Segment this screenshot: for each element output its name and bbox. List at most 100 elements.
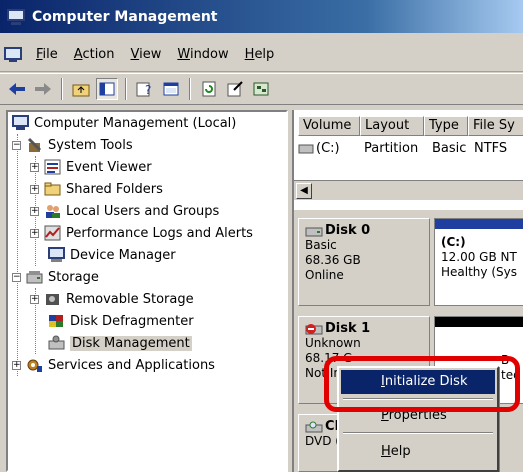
collapse-icon[interactable]: −	[12, 140, 21, 150]
toolbar-separator	[61, 78, 63, 100]
partition-status-fragment: ted	[501, 368, 521, 382]
partition-bar	[435, 219, 523, 229]
event-viewer-icon	[44, 159, 61, 175]
computer-icon	[12, 115, 29, 131]
toolbar-separator	[125, 78, 127, 100]
column-header-type[interactable]: Type	[424, 116, 468, 136]
tree-item-system-tools[interactable]: − System Tools	[12, 134, 133, 156]
refresh-icon[interactable]	[198, 78, 220, 100]
expand-icon[interactable]: +	[30, 228, 39, 238]
tree-label: Services and Applications	[48, 357, 215, 373]
console-menu-icon[interactable]	[4, 46, 22, 63]
tree-label: Computer Management (Local)	[34, 115, 237, 131]
title-bar[interactable]: Computer Management	[0, 0, 523, 33]
svg-text:?: ?	[145, 83, 151, 97]
tree-item-local-users[interactable]: + Local Users and Groups	[30, 200, 219, 222]
menu-separator	[343, 398, 493, 400]
menu-item-initialize-disk[interactable]: Initialize Disk	[341, 370, 495, 394]
horizontal-scrollbar[interactable]: ◀	[294, 180, 523, 200]
expand-icon[interactable]: +	[12, 360, 21, 370]
partition-label: (C:)	[441, 235, 466, 249]
partition-c[interactable]: (C:) 12.00 GB NT Healthy (Sys	[434, 218, 523, 306]
help-icon[interactable]: ?	[134, 78, 156, 100]
disk-type: Basic	[305, 238, 337, 252]
menu-action[interactable]: Action	[66, 38, 123, 72]
disk-management-icon	[48, 335, 65, 351]
partition-size: 12.00 GB NT	[441, 250, 517, 264]
menu-view[interactable]: View	[123, 38, 170, 72]
tools-icon	[26, 137, 43, 153]
storage-icon	[26, 269, 43, 285]
show-hide-tree-icon[interactable]	[96, 78, 118, 100]
tree-item-storage[interactable]: − Storage	[12, 266, 99, 288]
table-row[interactable]: (C:) Partition Basic NTFS	[298, 138, 507, 158]
shared-folder-icon	[44, 181, 61, 197]
device-manager-icon	[48, 247, 65, 263]
tree-item-services[interactable]: + Services and Applications	[12, 354, 215, 376]
back-icon[interactable]	[6, 78, 28, 100]
export-icon[interactable]	[224, 78, 246, 100]
volume-cell: (C:)	[316, 140, 340, 156]
performance-icon	[44, 225, 61, 241]
disk-status: Online	[305, 268, 344, 282]
tree-label: Local Users and Groups	[66, 203, 220, 219]
expand-icon[interactable]: +	[30, 294, 39, 304]
scroll-left-icon[interactable]: ◀	[296, 183, 312, 199]
cdrom-icon	[305, 421, 323, 433]
forward-icon[interactable]	[32, 78, 54, 100]
toolbar-separator	[189, 78, 191, 100]
menu-separator	[343, 432, 493, 434]
disk-size: 68.17 G	[305, 351, 353, 365]
tree-label: Event Viewer	[66, 159, 152, 175]
defragmenter-icon	[48, 313, 65, 329]
tree-item-perf-logs[interactable]: + Performance Logs and Alerts	[30, 222, 253, 244]
unknown-disk-icon	[305, 323, 323, 335]
layout-cell: Partition	[364, 140, 419, 156]
expand-icon[interactable]: +	[30, 162, 39, 172]
disk-type: Unknown	[305, 336, 361, 350]
type-cell: Basic	[432, 140, 467, 156]
tree-item-disk-management[interactable]: Disk Management	[48, 332, 192, 354]
tree-label: Performance Logs and Alerts	[66, 225, 253, 241]
fs-cell: NTFS	[474, 140, 508, 156]
basic-disk-icon	[305, 225, 323, 237]
menu-item-properties[interactable]: Properties	[341, 404, 495, 428]
volume-icon	[298, 143, 314, 154]
disk-name: Disk 0	[325, 223, 371, 238]
column-header-layout[interactable]: Layout	[360, 116, 424, 136]
up-folder-icon[interactable]	[70, 78, 92, 100]
unallocated-bar	[435, 317, 523, 327]
disk-0-info[interactable]: Disk 0 Basic 68.36 GB Online	[298, 218, 430, 306]
column-header-file-system[interactable]: File Sy	[468, 116, 523, 136]
partition-size-fragment: B	[501, 353, 510, 367]
tree-item-removable-storage[interactable]: + Removable Storage	[30, 288, 194, 310]
services-icon	[26, 357, 43, 373]
menu-bar: File Action View Window Help	[0, 38, 523, 72]
expand-icon[interactable]: +	[30, 206, 39, 216]
removable-storage-icon	[44, 291, 61, 307]
console-icon[interactable]	[250, 78, 272, 100]
menu-window[interactable]: Window	[169, 38, 236, 72]
tree-item-event-viewer[interactable]: + Event Viewer	[30, 156, 152, 178]
menu-file[interactable]: File	[28, 38, 66, 72]
console-tree[interactable]: Computer Management (Local) − System Too…	[6, 110, 288, 472]
expand-icon[interactable]: +	[30, 184, 39, 194]
menu-help[interactable]: Help	[237, 38, 283, 72]
tree-item-disk-defragmenter[interactable]: Disk Defragmenter	[48, 310, 194, 332]
tree-label: Disk Management	[70, 335, 192, 351]
context-menu: Initialize Disk Properties Help	[337, 366, 499, 472]
tree-item-device-manager[interactable]: Device Manager	[48, 244, 176, 266]
properties-icon[interactable]	[160, 78, 182, 100]
menu-item-help[interactable]: Help	[341, 440, 495, 464]
disk-size: 68.36 GB	[305, 253, 361, 267]
partition-status: Healthy (Sys	[441, 265, 517, 279]
tree-label: Removable Storage	[66, 291, 194, 307]
tree-item-shared-folders[interactable]: + Shared Folders	[30, 178, 163, 200]
column-header-volume[interactable]: Volume	[298, 116, 360, 136]
tree-item-root[interactable]: Computer Management (Local)	[12, 112, 236, 134]
collapse-icon[interactable]: −	[12, 272, 21, 282]
tree-label: Device Manager	[70, 247, 176, 263]
computer-management-icon	[6, 8, 26, 26]
window-title: Computer Management	[32, 8, 218, 25]
tree-label: Storage	[48, 269, 99, 285]
